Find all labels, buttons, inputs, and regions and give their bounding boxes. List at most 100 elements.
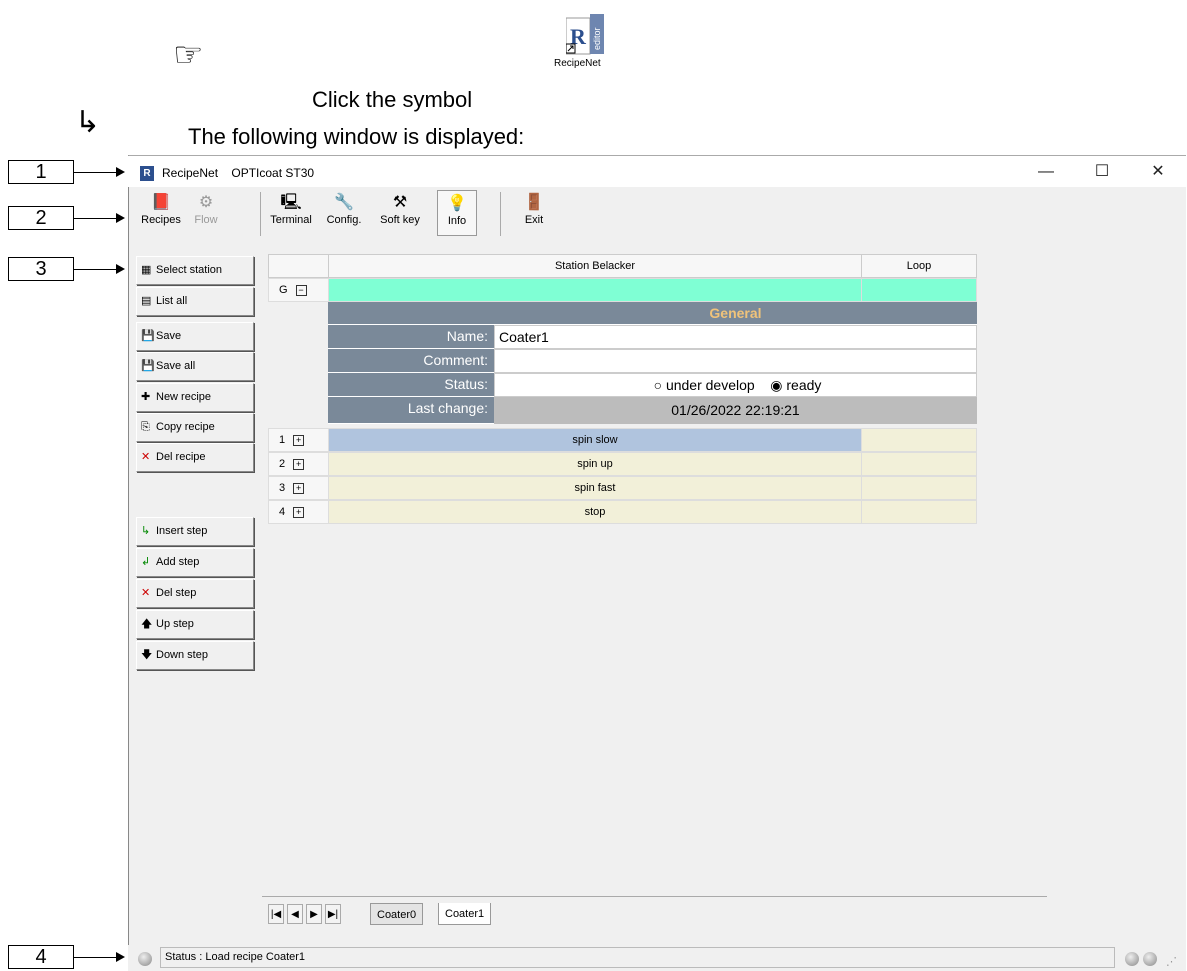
step-cell[interactable]: spin up (328, 452, 862, 476)
step-row-header[interactable]: 3 + (268, 476, 329, 500)
terminal-icon: 🖳 (280, 194, 302, 211)
callout-4: 4 (8, 945, 74, 969)
toolbar-exit-button[interactable]: 🚪 Exit (516, 190, 552, 236)
minimize-button[interactable]: — (1026, 160, 1066, 184)
delete-icon: ✕ (141, 451, 151, 463)
callout-3-arrowhead (116, 264, 125, 274)
toolbar-terminal-button[interactable]: 🖳 Terminal (264, 190, 318, 236)
lightbulb-icon: 💡 (447, 195, 467, 212)
callout-4-line (74, 957, 116, 958)
expand-icon[interactable]: + (293, 458, 305, 470)
step-loop-cell[interactable] (861, 500, 977, 524)
indicator-led-icon (1143, 952, 1157, 966)
grid-corner (268, 254, 329, 278)
close-button[interactable]: ✕ (1138, 160, 1178, 184)
expand-icon[interactable]: + (293, 434, 305, 446)
copy-icon: ⎘ (141, 421, 150, 433)
select-station-button[interactable]: ▦ Select station (136, 256, 254, 285)
callout-3: 3 (8, 257, 74, 281)
insert-step-button[interactable]: ↳ Insert step (136, 517, 254, 546)
list-all-button[interactable]: ▤ List all (136, 287, 254, 316)
first-tab-icon[interactable]: |◀ (268, 904, 284, 924)
step-cell[interactable]: spin fast (328, 476, 862, 500)
save-all-icon: 💾 (141, 360, 155, 372)
resize-grip-icon[interactable]: ⋰ (1166, 955, 1177, 968)
flow-icon: ⚙ (198, 194, 214, 211)
radio-under-develop[interactable]: ○ under develop (654, 377, 755, 393)
new-recipe-icon: ✚ (141, 391, 151, 403)
add-step-button[interactable]: ↲ Add step (136, 548, 254, 577)
app-icon-label: RecipeNet (554, 58, 601, 69)
save-button[interactable]: 💾Save (136, 322, 254, 351)
editor-icon-tag: editor (592, 27, 602, 50)
step-row-header[interactable]: 4 + (268, 500, 329, 524)
station-icon: ▦ (141, 264, 152, 276)
step-loop-cell[interactable] (861, 476, 977, 500)
toolbar-flow-button[interactable]: ⚙ Flow (188, 190, 224, 236)
new-recipe-button[interactable]: ✚ New recipe (136, 383, 254, 412)
book-icon: 📕 (151, 194, 171, 211)
callout-4-arrowhead (116, 952, 125, 962)
group-row-header[interactable]: G − (268, 278, 329, 302)
toolbar-recipes-button[interactable]: 📕 Recipes (138, 190, 184, 236)
toolbar-separator (260, 192, 261, 236)
expand-icon[interactable]: + (293, 506, 305, 518)
step-cell[interactable]: stop (328, 500, 862, 524)
add-step-icon: ↲ (141, 556, 151, 568)
exit-door-icon: 🚪 (524, 194, 544, 211)
callout-1: 1 (8, 160, 74, 184)
general-header: General (494, 302, 977, 325)
config-icon: 🔧 (334, 194, 354, 211)
last-change-label: Last change: (328, 397, 494, 424)
toolbar-config-button[interactable]: 🔧 Config. (320, 190, 368, 236)
status-field: ○ under develop ◉ ready (494, 373, 977, 397)
window-title: RecipeNet OPTIcoat ST30 (162, 166, 315, 180)
last-tab-icon[interactable]: ▶| (325, 904, 341, 924)
comment-field[interactable] (494, 349, 977, 373)
group-row-cell[interactable] (328, 278, 862, 302)
tab-strip-divider (262, 896, 1047, 897)
status-led-icon (138, 952, 152, 966)
expand-icon[interactable]: + (293, 482, 305, 494)
down-step-button[interactable]: 🡇 Down step (136, 641, 254, 670)
insert-step-icon: ↳ (141, 525, 151, 537)
tab-coater0[interactable]: Coater0 (370, 903, 424, 925)
indicator-led-icon (1125, 952, 1139, 966)
pointing-hand-icon: ☞ (173, 36, 204, 74)
toolbar-softkey-button[interactable]: ⚒ Soft key (370, 190, 430, 236)
step-loop-cell[interactable] (861, 428, 977, 452)
arrow-up-icon: 🡅 (141, 618, 153, 630)
column-header-station: Station Belacker (328, 254, 862, 278)
recipenet-editor-icon: R editor (565, 14, 606, 58)
prev-tab-icon[interactable]: ◀ (287, 904, 303, 924)
group-row-loop-cell[interactable] (861, 278, 977, 302)
toolbar-separator (500, 192, 501, 236)
step-cell[interactable]: spin slow (328, 428, 862, 452)
column-header-loop: Loop (861, 254, 977, 278)
collapse-icon[interactable]: − (295, 284, 307, 296)
list-icon: ▤ (141, 295, 152, 307)
del-step-button[interactable]: ✕ Del step (136, 579, 254, 608)
del-step-icon: ✕ (141, 587, 151, 599)
name-label: Name: (328, 325, 494, 349)
comment-label: Comment: (328, 349, 494, 373)
up-step-button[interactable]: 🡅 Up step (136, 610, 254, 639)
del-recipe-button[interactable]: ✕ Del recipe (136, 443, 254, 472)
toolbar-info-button[interactable]: 💡 Info (437, 190, 477, 236)
general-header-spacer (328, 302, 494, 325)
copy-recipe-button[interactable]: ⎘ Copy recipe (136, 413, 254, 442)
tab-coater1[interactable]: Coater1 (438, 903, 492, 925)
name-field[interactable]: Coater1 (494, 325, 977, 349)
maximize-button[interactable]: ☐ (1082, 160, 1122, 184)
last-change-value: 01/26/2022 22:19:21 (494, 397, 977, 424)
next-tab-icon[interactable]: ▶ (306, 904, 322, 924)
step-row-header[interactable]: 2 + (268, 452, 329, 476)
result-text: The following window is displayed: (188, 124, 525, 149)
radio-ready[interactable]: ◉ ready (770, 377, 821, 393)
step-loop-cell[interactable] (861, 452, 977, 476)
result-arrow-icon: ↳ (75, 106, 101, 139)
softkey-icon: ⚒ (392, 194, 408, 211)
step-row-header[interactable]: 1 + (268, 428, 329, 452)
save-all-button[interactable]: 💾Save all (136, 352, 254, 381)
status-label: Status: (328, 373, 494, 397)
